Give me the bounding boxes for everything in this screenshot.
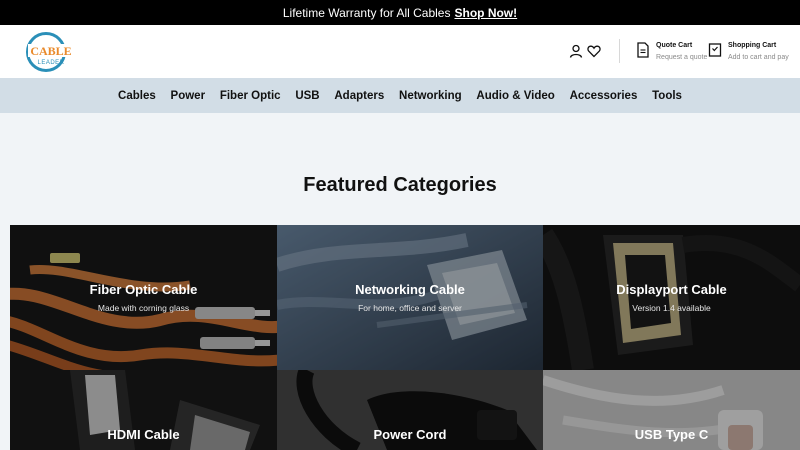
brand-logo[interactable]: CABLE LEADER <box>25 31 77 73</box>
category-tile-networking[interactable]: Networking Cable For home, office and se… <box>277 225 543 370</box>
nav-item-usb[interactable]: USB <box>288 90 327 102</box>
category-tile-hdmi[interactable]: HDMI Cable <box>10 370 277 450</box>
fiber-optic-overlay <box>10 225 277 370</box>
shopping-cart-title: Shopping Cart <box>728 42 777 49</box>
shopping-cart-button[interactable]: Shopping Cart Add to cart and pay <box>708 41 789 62</box>
category-tile-displayport[interactable]: Displayport Cable Version 1.4 available <box>543 225 800 370</box>
featured-categories-heading: Featured Categories <box>303 174 497 196</box>
nav-item-power[interactable]: Power <box>163 90 212 102</box>
power-cord-title: Power Cord <box>373 427 447 442</box>
displayport-overlay <box>543 225 800 370</box>
account-icon[interactable] <box>569 44 583 58</box>
shopping-cart-subtitle: Add to cart and pay <box>728 54 789 61</box>
usb-type-c-title: USB Type C <box>634 427 709 442</box>
nav-item-audio-video[interactable]: Audio & Video <box>469 90 562 102</box>
category-tile-fiber-optic[interactable]: Fiber Optic Cable Made with corning glas… <box>10 225 277 370</box>
nav-item-networking[interactable]: Networking <box>392 90 469 102</box>
nav-item-fiber-optic[interactable]: Fiber Optic <box>212 90 287 102</box>
networking-title: Networking Cable <box>355 282 465 297</box>
wishlist-heart-icon[interactable] <box>587 44 601 58</box>
fiber-optic-subtitle: Made with corning glass <box>97 303 190 313</box>
displayport-title: Displayport Cable <box>616 282 727 297</box>
nav-item-tools[interactable]: Tools <box>645 90 690 102</box>
hdmi-title: HDMI Cable <box>107 427 180 442</box>
announcement-bar: Lifetime Warranty for All Cables Shop No… <box>0 0 800 25</box>
main-nav: Cables Power Fiber Optic USB Adapters Ne… <box>0 78 800 113</box>
networking-overlay <box>277 225 543 370</box>
category-grid: Fiber Optic Cable Made with corning glas… <box>10 225 800 450</box>
category-tile-power-cord[interactable]: Power Cord <box>277 370 543 450</box>
fiber-optic-title: Fiber Optic Cable <box>89 282 198 297</box>
quote-cart-title: Quote Cart <box>656 42 693 49</box>
brand-logo-line1: CABLE <box>30 44 71 58</box>
nav-item-accessories[interactable]: Accessories <box>562 90 645 102</box>
networking-subtitle: For home, office and server <box>358 303 462 313</box>
quote-document-icon <box>636 42 650 58</box>
header-divider <box>619 39 620 63</box>
brand-logo-line2: LEADER <box>37 60 64 66</box>
nav-item-cables[interactable]: Cables <box>111 90 164 102</box>
shopping-bag-icon <box>708 42 722 58</box>
site-header: CABLE LEADER Quote Cart Request a quote … <box>0 25 800 78</box>
shop-now-link[interactable]: Shop Now! <box>454 6 517 20</box>
quote-cart-button[interactable]: Quote Cart Request a quote <box>636 41 707 62</box>
announcement-text: Lifetime Warranty for All Cables <box>282 5 451 20</box>
quote-cart-subtitle: Request a quote <box>656 54 708 61</box>
category-tile-usb-type-c[interactable]: USB Type C <box>543 370 800 450</box>
nav-item-adapters[interactable]: Adapters <box>327 90 392 102</box>
displayport-subtitle: Version 1.4 available <box>632 303 711 313</box>
